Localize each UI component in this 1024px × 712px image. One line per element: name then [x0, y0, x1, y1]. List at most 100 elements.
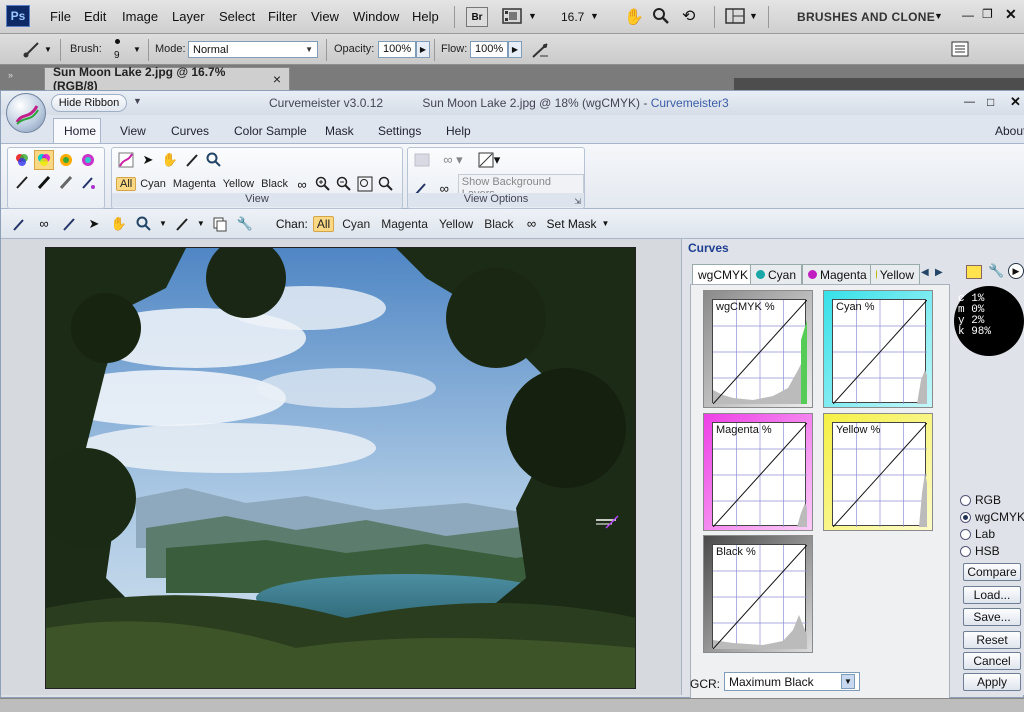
apply-button[interactable]: Apply [963, 673, 1021, 691]
hand-icon[interactable]: ✋ [624, 7, 644, 27]
menu-image[interactable]: Image [122, 9, 158, 24]
channel-all[interactable]: All [116, 177, 137, 191]
hide-ribbon-button[interactable]: Hide Ribbon [51, 94, 127, 112]
channel-magenta[interactable]: Magenta [170, 178, 219, 190]
channel-yellow[interactable]: Yellow [220, 178, 257, 190]
minimize-icon[interactable]: — [964, 96, 975, 108]
arrange-icon[interactable] [725, 8, 745, 27]
wrench-icon[interactable]: 🔧 [988, 263, 1004, 279]
chevron-down-icon[interactable]: ▼ [749, 11, 758, 21]
radio-rgb[interactable]: RGB [960, 493, 1024, 507]
minimize-icon[interactable]: — [962, 8, 974, 22]
flow-slider-button[interactable]: ▶ [508, 41, 522, 58]
point-picker-icon[interactable] [78, 172, 98, 192]
close-icon[interactable]: ✕ [1010, 94, 1021, 110]
radio-hsb[interactable]: HSB [960, 544, 1024, 558]
tab-mask[interactable]: Mask [325, 124, 354, 138]
close-icon[interactable]: ✕ [1005, 6, 1017, 23]
reset-button[interactable]: Reset [963, 631, 1021, 649]
radio-wgcmyk[interactable]: wgCMYK [960, 510, 1024, 524]
curve-plot[interactable] [712, 299, 808, 405]
chevron-down-icon[interactable]: ▼ [159, 219, 167, 228]
restore-icon[interactable]: ❐ [982, 7, 993, 21]
chevron-down-icon[interactable]: ▼ [44, 45, 52, 54]
menu-edit[interactable]: Edit [84, 9, 106, 24]
chevron-down-icon[interactable]: ▼ [528, 11, 537, 21]
close-icon[interactable]: × [273, 71, 281, 87]
quick-access-icon[interactable]: ▼ [133, 96, 142, 106]
curve-plot[interactable] [712, 422, 808, 528]
mask-icon[interactable]: ∞ [292, 174, 312, 194]
brush-preview-icon[interactable] [115, 39, 120, 44]
radio-circle[interactable] [960, 511, 971, 523]
play-icon[interactable]: ▶ [1008, 263, 1024, 279]
menu-select[interactable]: Select [219, 9, 255, 24]
menu-window[interactable]: Window [353, 9, 399, 24]
wrench-icon[interactable]: 🔧 [235, 214, 255, 234]
hand-icon[interactable]: ✋ [109, 214, 129, 234]
layer-view-icon[interactable] [412, 150, 432, 170]
mask-view-icon[interactable]: ∞ ▾ [438, 150, 468, 170]
mode-select[interactable]: Normal ▼ [188, 41, 318, 58]
eyedropper-icon[interactable] [12, 172, 32, 192]
opacity-slider-button[interactable]: ▶ [416, 41, 430, 58]
collapse-icon[interactable]: » [8, 70, 13, 80]
menu-filter[interactable]: Filter [268, 9, 297, 24]
point-picker-icon[interactable] [9, 214, 29, 234]
gcr-select[interactable]: Maximum Black ▼ [724, 672, 860, 691]
dialog-launcher-icon[interactable]: ⇲ [574, 197, 581, 206]
chevron-down-icon[interactable]: ▼ [133, 45, 141, 54]
curve-cell-yellow[interactable]: Yellow % [823, 413, 933, 531]
curve-cell-cyan[interactable]: Cyan % [823, 290, 933, 408]
maximize-icon[interactable]: □ [987, 95, 994, 109]
photoshop-logo[interactable]: Ps [6, 5, 30, 27]
panel-toggle-icon[interactable] [951, 41, 969, 60]
load-button[interactable]: Load... [963, 586, 1021, 604]
menu-layer[interactable]: Layer [172, 9, 205, 24]
zoom-fit-icon[interactable] [355, 174, 375, 194]
tab-color-sample[interactable]: Color Sample [234, 124, 307, 138]
pointer-icon[interactable]: ➤ [138, 150, 158, 170]
radio-circle[interactable] [960, 494, 971, 506]
zoom-icon[interactable] [652, 7, 670, 28]
curve-cell-magenta[interactable]: Magenta % [703, 413, 813, 531]
curve-plot[interactable] [832, 422, 928, 528]
zoom-value[interactable]: 16.7 [561, 10, 584, 24]
set-mask-button[interactable]: Set Mask [547, 217, 597, 231]
toolbar-channel-magenta[interactable]: Magenta [378, 217, 431, 231]
curve-cell-wgcmyk[interactable]: wgCMYK % [703, 290, 813, 408]
brush-tool-icon[interactable] [22, 40, 42, 61]
curve-plot[interactable] [712, 544, 808, 650]
tab-settings[interactable]: Settings [378, 124, 421, 138]
zoom-out-icon[interactable] [334, 174, 354, 194]
document-tab[interactable]: Sun Moon Lake 2.jpg @ 16.7% (RGB/8) × [44, 65, 290, 93]
curves-tab-cyan[interactable]: Cyan [750, 264, 803, 284]
radio-lab[interactable]: Lab [960, 527, 1024, 541]
curve-plot[interactable] [832, 299, 928, 405]
lake-photo[interactable] [45, 247, 636, 689]
curve-view-icon[interactable]: ▾ [474, 150, 504, 170]
toolbar-channel-black[interactable]: Black [481, 217, 516, 231]
copy-icon[interactable] [210, 214, 230, 234]
tab-home[interactable]: Home [64, 124, 96, 138]
cmyk-mode-icon[interactable] [34, 150, 54, 170]
eyedropper-black-icon[interactable] [34, 172, 54, 192]
opacity-input[interactable]: 100% [378, 41, 416, 58]
zoom-actual-icon[interactable] [376, 174, 396, 194]
curve-pen-icon[interactable] [59, 214, 79, 234]
chevron-down-icon[interactable]: ▼ [590, 11, 599, 21]
radio-circle[interactable] [960, 528, 971, 540]
curve-tool-icon[interactable] [116, 150, 136, 170]
airbrush-icon[interactable] [530, 40, 552, 63]
about-link[interactable]: About [995, 124, 1024, 138]
curve-cell-black[interactable]: Black % [703, 535, 813, 653]
app-orb[interactable] [6, 93, 46, 133]
tab-curves[interactable]: Curves [171, 124, 209, 138]
workspace-switcher[interactable]: BRUSHES AND CLONE [797, 10, 935, 24]
chevron-down-icon[interactable]: ▼ [602, 219, 610, 228]
chevron-down-icon[interactable]: ▼ [934, 11, 943, 21]
toolbar-channel-cyan[interactable]: Cyan [339, 217, 373, 231]
mask-icon[interactable]: ∞ [522, 214, 542, 234]
flow-input[interactable]: 100% [470, 41, 508, 58]
rgb-mode-icon[interactable] [12, 150, 32, 170]
